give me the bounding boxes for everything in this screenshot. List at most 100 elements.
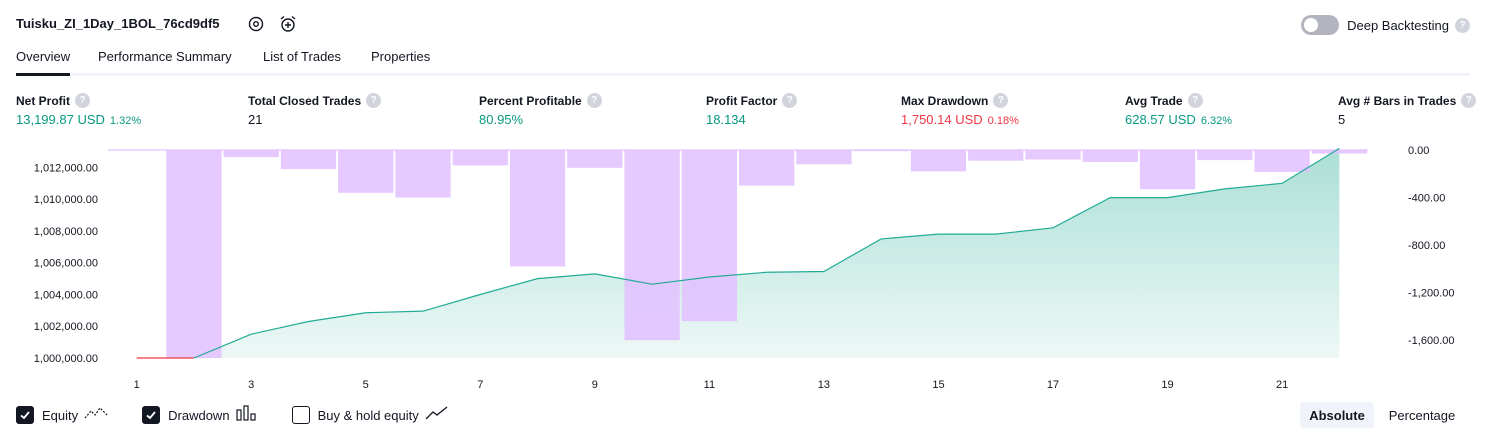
buy-hold-line-icon — [425, 405, 449, 426]
metrics-row: Net Profit? 13,199.87 USD 1.32% Total Clo… — [16, 93, 1477, 133]
absolute-button[interactable]: Absolute — [1300, 402, 1374, 428]
drawdown-bar — [1311, 150, 1367, 154]
deep-backtesting-help-icon[interactable]: ? — [1455, 17, 1470, 33]
drawdown-bar — [338, 150, 394, 193]
metric-label: Total Closed Trades — [248, 93, 362, 108]
y-left-tick-label: 1,012,000.00 — [34, 162, 98, 174]
x-tick-label: 19 — [1161, 379, 1173, 391]
metric-value: 1,750.14 USD — [901, 112, 983, 127]
strategy-header: Tuisku_ZI_1Day_1BOL_76cd9df5 Deep Backte… — [16, 10, 1470, 38]
settings-icon[interactable] — [246, 14, 266, 34]
drawdown-bar — [1197, 150, 1253, 161]
legend-drawdown[interactable]: Drawdown — [142, 404, 258, 426]
metric-percent: 0.18% — [987, 115, 1019, 127]
toggle-knob — [1304, 18, 1319, 32]
x-tick-label: 1 — [134, 379, 140, 391]
metric-avg-trade: Avg Trade? 628.57 USD 6.32% — [1125, 93, 1232, 127]
y-right-tick-label: -1,200.00 — [1408, 288, 1454, 300]
drawdown-bar — [509, 150, 566, 267]
y-left-tick-label: 1,004,000.00 — [34, 289, 98, 301]
deep-backtesting-toggle[interactable] — [1301, 15, 1340, 35]
drawdown-bar — [395, 150, 451, 198]
drawdown-bar — [681, 150, 737, 322]
x-tick-label: 21 — [1276, 379, 1288, 391]
y-right-tick-label: -1,600.00 — [1408, 335, 1454, 347]
drawdown-bar — [968, 150, 1024, 161]
legend-buy-hold[interactable]: Buy & hold equity — [291, 405, 449, 426]
x-tick-label: 11 — [704, 379, 715, 391]
percentage-button[interactable]: Percentage — [1378, 402, 1466, 428]
help-icon[interactable]: ? — [1461, 93, 1477, 108]
metric-value: 18.134 — [706, 112, 746, 127]
equity-checkbox[interactable] — [16, 406, 34, 424]
buy-hold-checkbox[interactable] — [291, 406, 310, 424]
drawdown-bar — [796, 150, 852, 165]
metric-percent-profitable: Percent Profitable? 80.95% — [479, 93, 602, 127]
x-tick-label: 7 — [477, 379, 483, 391]
metric-percent: 1.32% — [109, 115, 142, 127]
drawdown-bar — [223, 150, 279, 158]
x-tick-label: 3 — [248, 379, 254, 391]
metric-avg-bars-in-trades: Avg # Bars in Trades? 5 — [1338, 93, 1477, 127]
tab-performance-summary[interactable]: Performance Summary — [98, 49, 232, 76]
x-tick-label: 13 — [818, 379, 830, 391]
drawdown-bar — [166, 150, 222, 358]
y-right-tick-label: 0.00 — [1408, 145, 1429, 157]
help-icon[interactable]: ? — [75, 93, 90, 108]
metric-label: Max Drawdown — [901, 93, 989, 108]
y-left-tick-label: 1,006,000.00 — [34, 258, 98, 270]
drawdown-bar — [624, 150, 680, 341]
drawdown-bar — [280, 150, 337, 170]
drawdown-label: Drawdown — [168, 407, 230, 423]
help-icon[interactable]: ? — [993, 93, 1009, 108]
deep-backtesting: Deep Backtesting ? — [1301, 14, 1470, 36]
chart-legend: Equity Drawdown Buy & hold equity — [16, 403, 483, 427]
drawdown-checkbox[interactable] — [142, 406, 161, 424]
y-right-tick-label: -800.00 — [1408, 240, 1445, 252]
drawdown-bar — [1254, 150, 1310, 172]
drawdown-bars-icon — [235, 404, 258, 426]
drawdown-bar — [853, 150, 909, 152]
metric-value: 5 — [1338, 112, 1346, 127]
drawdown-bar — [567, 150, 623, 168]
tab-properties[interactable]: Properties — [371, 49, 430, 76]
y-left-tick-label: 1,000,000.00 — [34, 353, 98, 365]
metric-label: Profit Factor — [706, 93, 778, 108]
metric-value: 13,199.87 USD — [16, 112, 105, 127]
legend-equity[interactable]: Equity — [16, 405, 108, 426]
metric-value: 80.95% — [479, 112, 524, 127]
add-alert-icon[interactable] — [278, 14, 298, 34]
metric-value: 628.57 USD — [1125, 112, 1196, 127]
x-tick-label: 5 — [363, 379, 369, 391]
drawdown-bar — [452, 150, 508, 166]
tab-list-of-trades[interactable]: List of Trades — [263, 49, 341, 76]
buy-hold-label: Buy & hold equity — [317, 407, 419, 423]
tab-overview[interactable]: Overview — [16, 49, 71, 76]
x-tick-label: 9 — [592, 379, 598, 391]
drawdown-bar — [739, 150, 795, 186]
help-icon[interactable]: ? — [782, 93, 798, 108]
equity-line-icon — [84, 405, 108, 426]
equity-label: Equity — [42, 407, 79, 423]
metric-net-profit: Net Profit? 13,199.87 USD 1.32% — [16, 93, 141, 127]
x-tick-label: 15 — [932, 379, 944, 391]
metric-label: Avg # Bars in Trades — [1338, 93, 1457, 108]
metric-label: Avg Trade — [1125, 93, 1183, 108]
equity-drawdown-chart[interactable]: 1,000,000.00 1,002,000.00 1,004,000.00 1,00… — [0, 138, 1486, 396]
help-icon[interactable]: ? — [1187, 93, 1203, 108]
strategy-title: Tuisku_ZI_1Day_1BOL_76cd9df5 — [16, 16, 220, 31]
metric-label: Percent Profitable — [479, 93, 582, 108]
x-tick-label: 17 — [1047, 379, 1059, 391]
deep-backtesting-label: Deep Backtesting — [1347, 17, 1449, 33]
help-icon[interactable]: ? — [586, 93, 602, 108]
drawdown-bar — [910, 150, 967, 172]
metric-max-drawdown: Max Drawdown? 1,750.14 USD 0.18% — [901, 93, 1019, 127]
drawdown-bar — [1139, 150, 1196, 190]
y-left-tick-label: 1,010,000.00 — [34, 194, 98, 206]
tab-bar: Overview Performance Summary List of Tra… — [16, 42, 1470, 76]
drawdown-bar — [1025, 150, 1081, 160]
metric-label: Net Profit — [16, 93, 70, 108]
metric-value: 21 — [248, 112, 263, 127]
y-left-tick-label: 1,002,000.00 — [34, 321, 98, 333]
help-icon[interactable]: ? — [366, 93, 382, 108]
